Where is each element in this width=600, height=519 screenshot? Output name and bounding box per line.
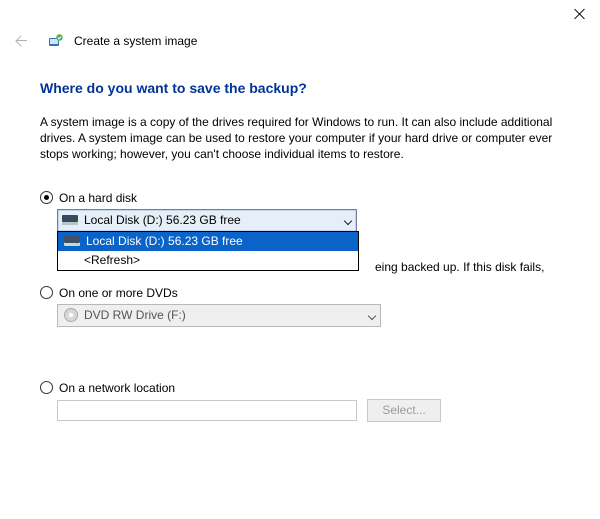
back-arrow-icon[interactable] (14, 32, 32, 50)
hdd-icon (64, 236, 80, 246)
hard-disk-dropdown: Local Disk (D:) 56.23 GB free <Refresh> (57, 231, 359, 271)
window-title: Create a system image (74, 34, 197, 48)
dropdown-refresh-label: <Refresh> (84, 253, 140, 267)
option-dvd[interactable]: On one or more DVDs (40, 286, 560, 300)
chevron-down-icon (344, 216, 352, 224)
system-image-icon (48, 33, 64, 49)
radio-dvd[interactable] (40, 286, 53, 299)
option-hard-disk[interactable]: On a hard disk (40, 191, 560, 205)
network-path-input[interactable] (57, 400, 357, 421)
hard-disk-warning-fragment: eing backed up. If this disk fails, (375, 260, 544, 274)
close-icon[interactable] (570, 4, 590, 24)
radio-network[interactable] (40, 381, 53, 394)
hdd-icon (62, 215, 78, 225)
dvd-combobox[interactable]: DVD RW Drive (F:) (57, 304, 381, 327)
dropdown-item-refresh[interactable]: <Refresh> (58, 251, 358, 270)
dvd-icon (64, 308, 78, 322)
dropdown-item-label: Local Disk (D:) 56.23 GB free (86, 234, 243, 248)
hard-disk-combobox[interactable]: Local Disk (D:) 56.23 GB free (57, 209, 357, 232)
dropdown-item-local-disk-d[interactable]: Local Disk (D:) 56.23 GB free (58, 232, 358, 251)
select-network-button: Select... (367, 399, 441, 422)
chevron-down-icon (368, 311, 376, 319)
option-network-label: On a network location (59, 381, 175, 395)
wizard-header: Create a system image (0, 0, 600, 50)
dvd-selected-text: DVD RW Drive (F:) (84, 308, 186, 322)
radio-hard-disk[interactable] (40, 191, 53, 204)
option-network[interactable]: On a network location (40, 381, 560, 395)
option-hard-disk-label: On a hard disk (59, 191, 137, 205)
page-description: A system image is a copy of the drives r… (40, 114, 560, 163)
hard-disk-selected-text: Local Disk (D:) 56.23 GB free (84, 213, 241, 227)
page-heading: Where do you want to save the backup? (40, 80, 560, 96)
option-dvd-label: On one or more DVDs (59, 286, 178, 300)
